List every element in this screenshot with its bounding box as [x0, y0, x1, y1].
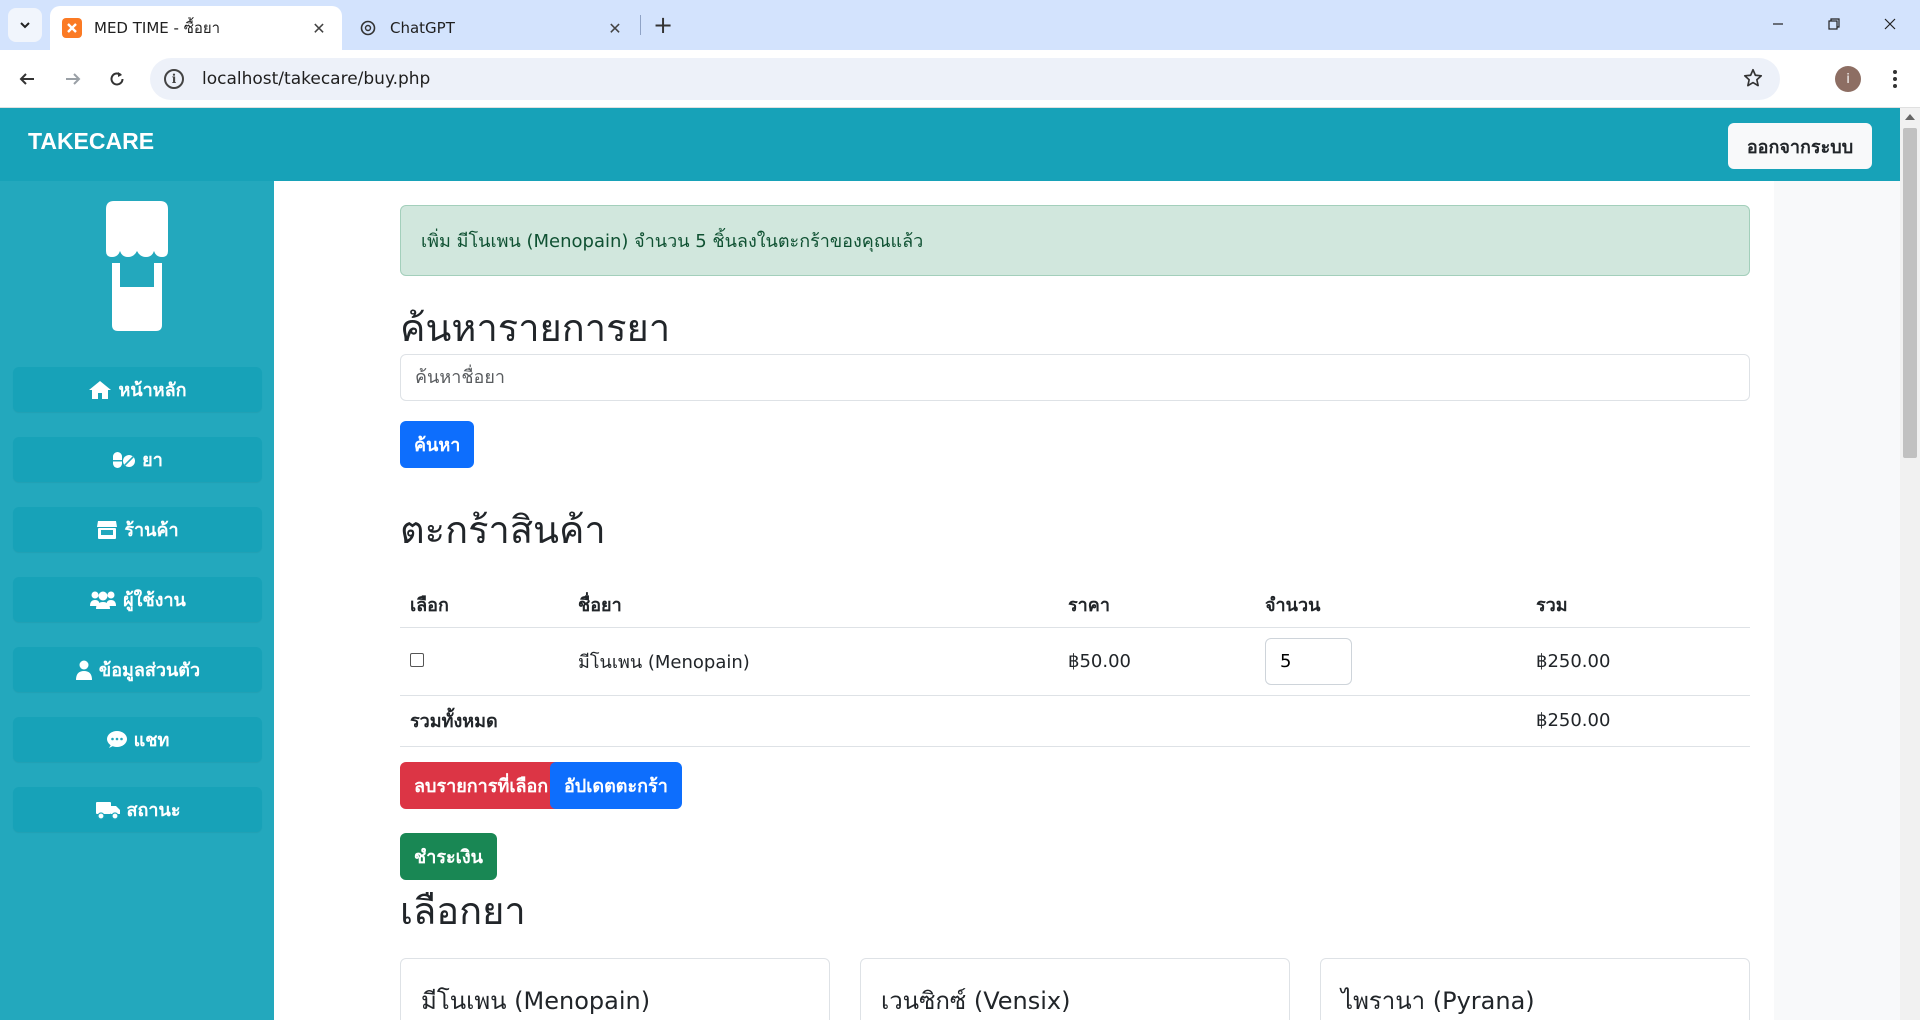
tab-title: ChatGPT	[390, 19, 455, 37]
user-icon	[75, 660, 93, 680]
store-icon	[96, 520, 118, 540]
content-panel: เพิ่ม มีโนเพน (Menopain) จำนวน 5 ชิ้นลงใ…	[274, 181, 1774, 1020]
quantity-input[interactable]	[1265, 637, 1352, 685]
delete-selected-button[interactable]: ลบรายการที่เลือก	[400, 762, 563, 809]
cell-price: ฿50.00	[1058, 627, 1255, 696]
medicine-list-heading: เลือกยา	[400, 889, 526, 933]
sidebar-item-label: สถานะ	[126, 800, 181, 821]
sidebar-item-label: ร้านค้า	[124, 520, 179, 541]
table-header-row: เลือก ชื่อยา ราคา จำนวน รวม	[400, 575, 1750, 628]
sidebar-item-label: ข้อมูลส่วนตัว	[98, 660, 201, 681]
sidebar: หน้าหลัก ยา ร้านค้า ผู้ใช้งาน ข้อมูลส่วน…	[0, 181, 274, 1020]
sidebar-item-home[interactable]: หน้าหลัก	[13, 367, 262, 412]
browser-menu-icon[interactable]	[1880, 64, 1910, 94]
select-checkbox[interactable]	[410, 652, 424, 667]
alert-message: เพิ่ม มีโนเพน (Menopain) จำนวน 5 ชิ้นลงใ…	[421, 231, 924, 252]
sidebar-item-chat[interactable]: แชท	[13, 717, 262, 762]
browser-tab-bar: MED TIME - ซื้อยา ✕ ChatGPT ✕ +	[0, 0, 1920, 50]
site-info-icon[interactable]: i	[164, 69, 184, 89]
search-button[interactable]: ค้นหา	[400, 421, 475, 468]
tab-med-time[interactable]: MED TIME - ซื้อยา ✕	[50, 6, 342, 50]
medicine-card-title: มีโนเพน (Menopain)	[421, 987, 651, 1015]
new-tab-button[interactable]: +	[648, 10, 678, 40]
home-icon	[88, 380, 112, 400]
page-scrollbar[interactable]	[1900, 108, 1920, 1020]
minimize-icon[interactable]	[1750, 0, 1806, 48]
store-logo-icon	[106, 201, 168, 331]
truck-icon	[95, 800, 121, 820]
restore-icon[interactable]	[1806, 0, 1862, 48]
reload-icon[interactable]	[100, 62, 134, 96]
sidebar-item-medicine[interactable]: ยา	[13, 437, 262, 482]
pills-icon	[112, 451, 136, 469]
table-row: มีโนเพน (Menopain) ฿50.00 ฿250.00	[400, 627, 1750, 696]
xampp-favicon-icon	[62, 18, 82, 38]
column-header-price: ราคา	[1058, 575, 1255, 628]
sidebar-item-label: ผู้ใช้งาน	[123, 590, 186, 611]
sidebar-item-label: หน้าหลัก	[118, 380, 187, 401]
medicine-card-title: ไพรานา (Pyrana)	[1341, 987, 1535, 1015]
medicine-card[interactable]: ไพรานา (Pyrana)	[1320, 958, 1750, 1020]
search-input[interactable]	[400, 354, 1750, 401]
chat-icon	[106, 730, 128, 750]
main-area: เพิ่ม มีโนเพน (Menopain) จำนวน 5 ชิ้นลงใ…	[274, 181, 1900, 1020]
sidebar-item-label: ยา	[142, 450, 163, 471]
url-text: localhost/takecare/buy.php	[202, 69, 431, 89]
app-header: TAKECARE ออกจากระบบ	[0, 108, 1900, 181]
grand-total-row: รวมทั้งหมด ฿250.00	[400, 695, 1750, 747]
sidebar-item-label: แชท	[133, 730, 170, 751]
checkout-button[interactable]: ชำระเงิน	[400, 833, 497, 880]
cell-total: ฿250.00	[1526, 627, 1750, 696]
forward-icon[interactable]	[56, 62, 90, 96]
search-heading: ค้นหารายการยา	[400, 306, 671, 350]
cart-heading: ตะกร้าสินค้า	[400, 508, 606, 552]
profile-avatar[interactable]: i	[1835, 66, 1861, 92]
tab-search-button[interactable]	[8, 8, 42, 42]
medicine-card[interactable]: มีโนเพน (Menopain)	[400, 958, 830, 1020]
browser-toolbar: i localhost/takecare/buy.php i	[0, 50, 1920, 108]
tab-separator	[640, 15, 641, 35]
grand-total-value: ฿250.00	[1526, 695, 1750, 747]
scrollbar-thumb[interactable]	[1903, 128, 1917, 458]
close-tab-icon[interactable]: ✕	[604, 17, 626, 39]
update-cart-button[interactable]: อัปเดตตะกร้า	[550, 762, 682, 809]
tab-chatgpt[interactable]: ChatGPT ✕	[346, 6, 638, 50]
grand-total-label: รวมทั้งหมด	[400, 695, 1526, 747]
users-icon	[89, 590, 117, 610]
close-tab-icon[interactable]: ✕	[308, 17, 330, 39]
cell-medicine-name: มีโนเพน (Menopain)	[568, 627, 1058, 696]
column-header-select: เลือก	[400, 575, 568, 628]
chatgpt-favicon-icon	[358, 18, 378, 38]
scroll-up-icon[interactable]	[1905, 114, 1915, 120]
back-icon[interactable]	[10, 62, 44, 96]
sidebar-item-profile[interactable]: ข้อมูลส่วนตัว	[13, 647, 262, 692]
close-window-icon[interactable]	[1862, 0, 1918, 48]
medicine-card[interactable]: เวนซิกซ์ (Vensix)	[860, 958, 1290, 1020]
sidebar-item-users[interactable]: ผู้ใช้งาน	[13, 577, 262, 622]
medicine-card-title: เวนซิกซ์ (Vensix)	[881, 987, 1071, 1015]
cart-table: เลือก ชื่อยา ราคา จำนวน รวม มีโนเพน (Men…	[400, 575, 1750, 747]
logout-button[interactable]: ออกจากระบบ	[1728, 123, 1872, 169]
column-header-quantity: จำนวน	[1255, 575, 1526, 628]
tab-title: MED TIME - ซื้อยา	[94, 19, 221, 37]
chevron-down-icon	[20, 22, 30, 29]
brand-logo-text[interactable]: TAKECARE	[28, 128, 154, 155]
sidebar-item-status[interactable]: สถานะ	[13, 787, 262, 832]
success-alert: เพิ่ม มีโนเพน (Menopain) จำนวน 5 ชิ้นลงใ…	[400, 205, 1750, 276]
column-header-name: ชื่อยา	[568, 575, 1058, 628]
sidebar-item-store[interactable]: ร้านค้า	[13, 507, 262, 552]
bookmark-star-icon[interactable]	[1742, 67, 1764, 93]
address-bar[interactable]: i localhost/takecare/buy.php	[150, 58, 1780, 100]
column-header-total: รวม	[1526, 575, 1750, 628]
